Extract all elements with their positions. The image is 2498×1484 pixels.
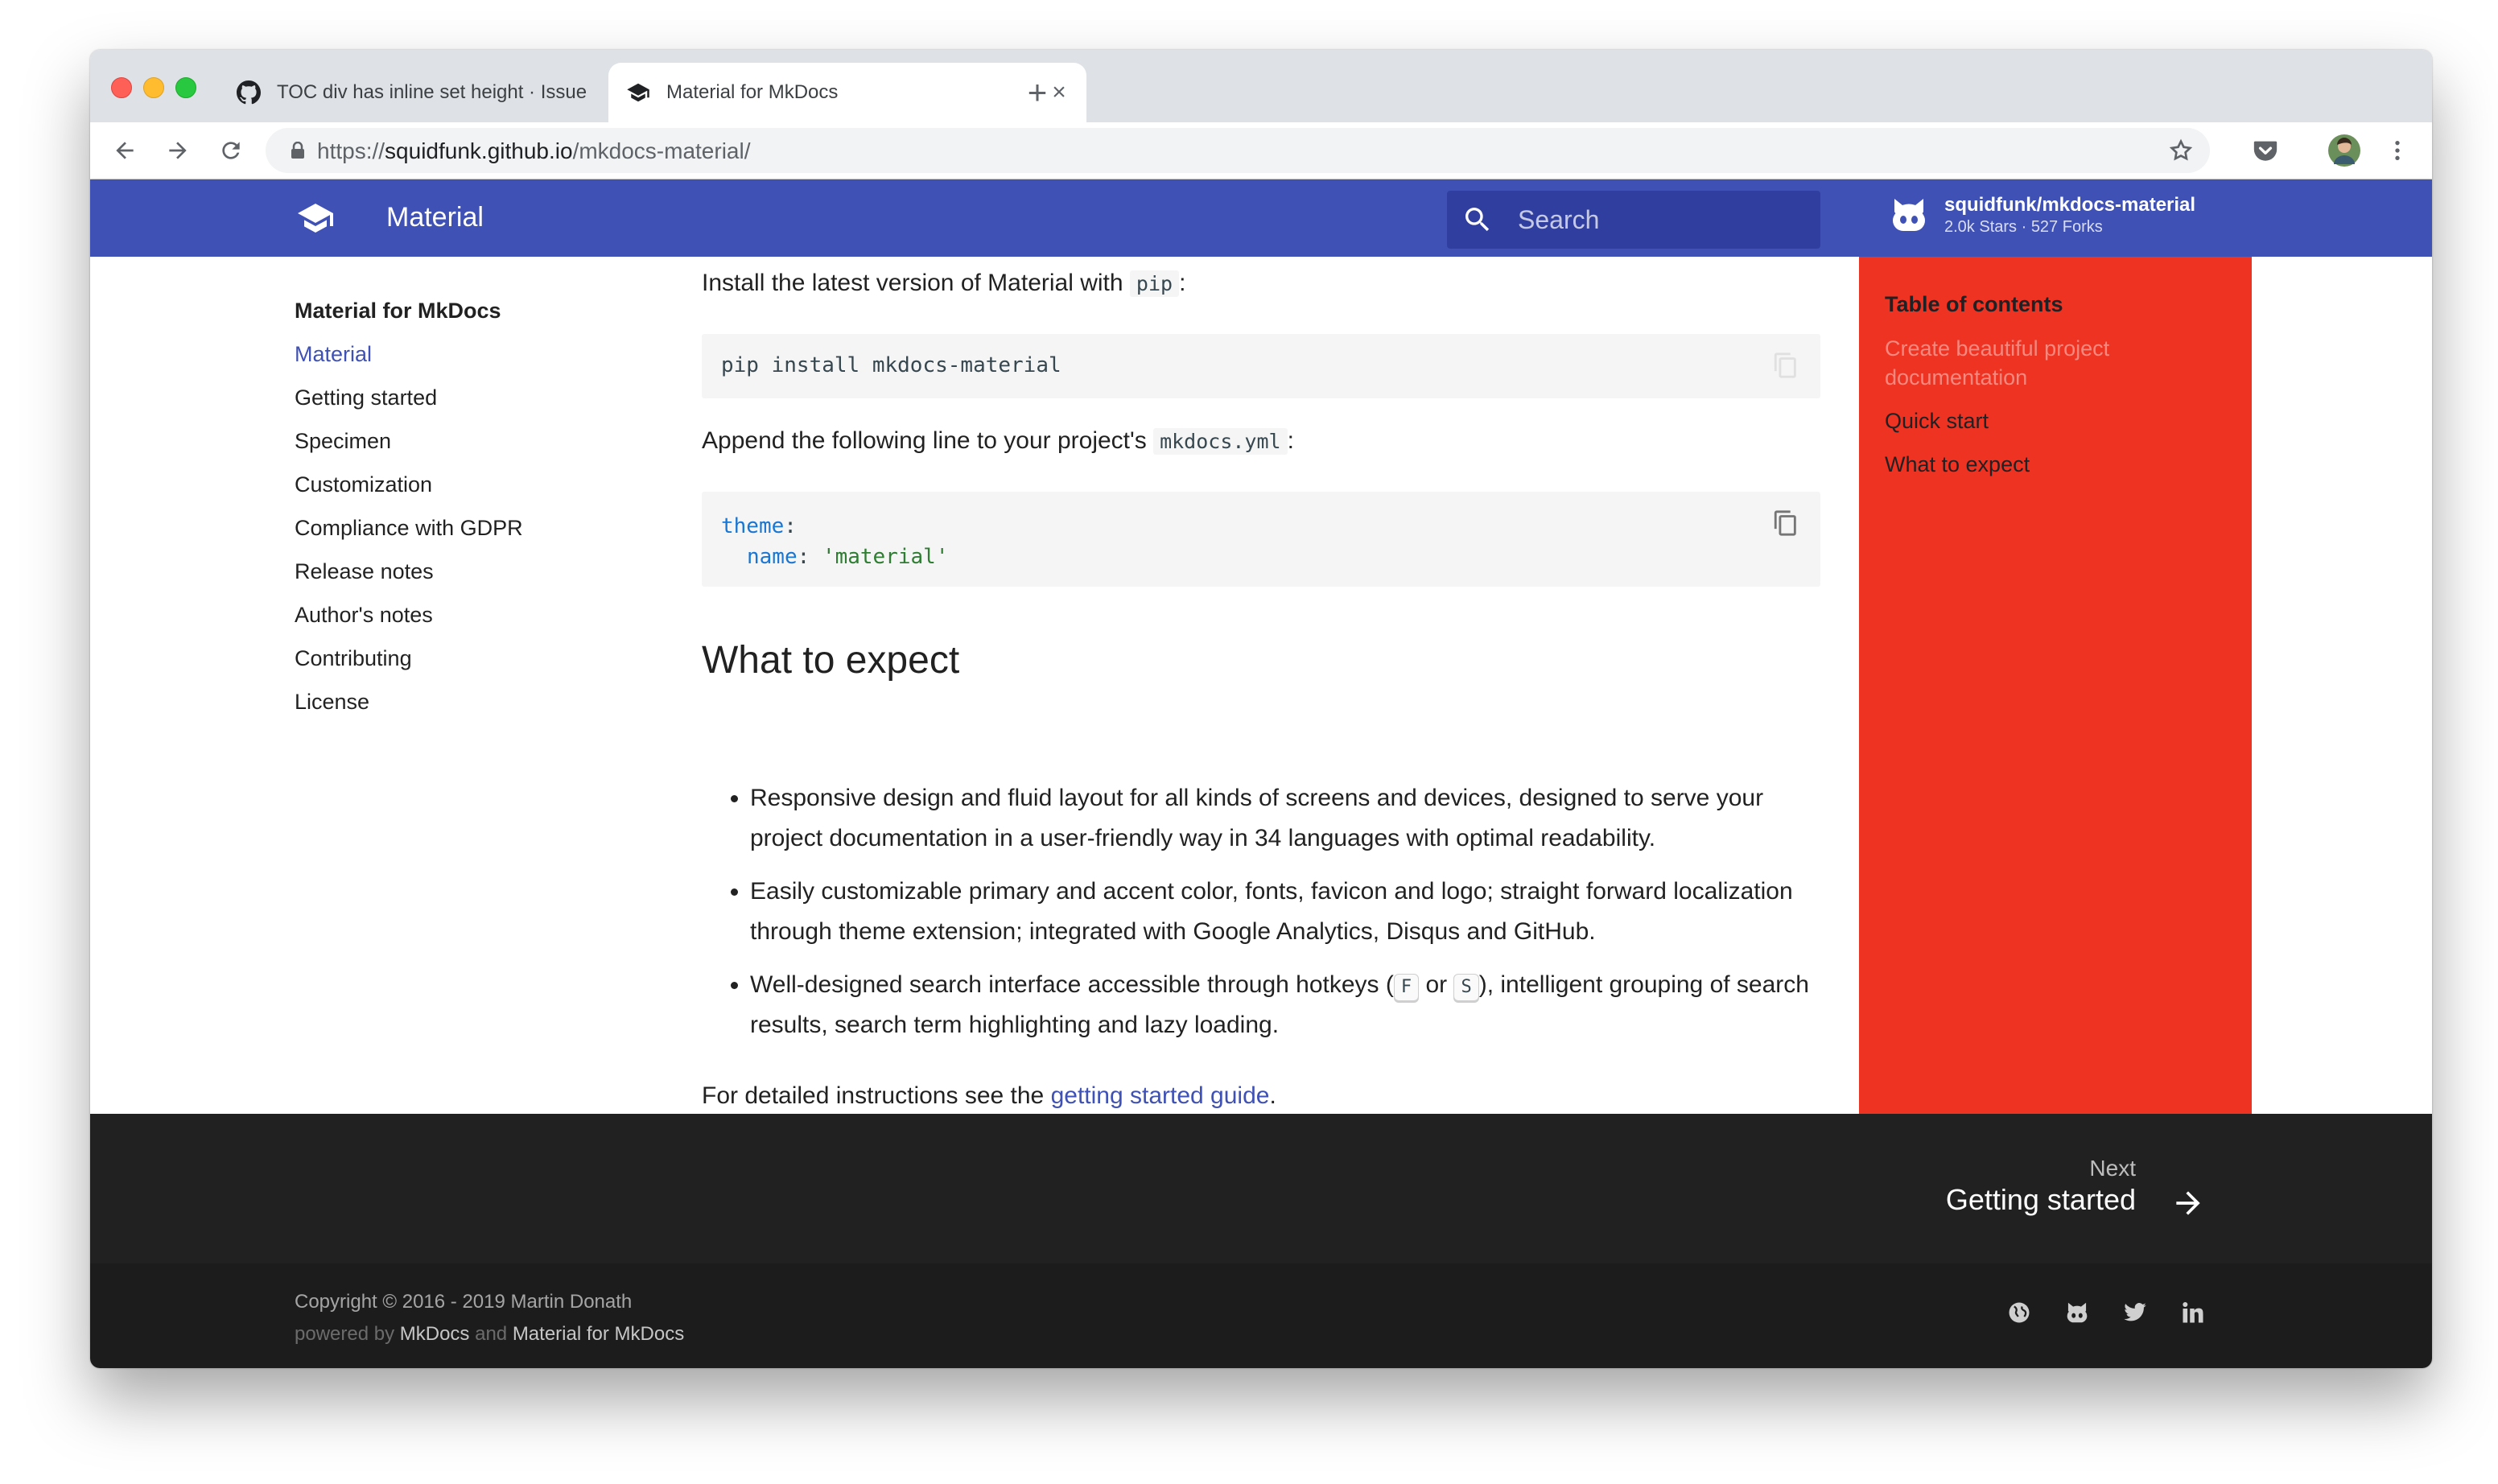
url-text: https://squidfunk.github.io/mkdocs-mater… [317, 138, 751, 163]
github-octocat-icon [1886, 192, 1931, 237]
browser-toolbar: https://squidfunk.github.io/mkdocs-mater… [90, 122, 2432, 179]
site-header: Material Search squidfunk/mkdocs-materia… [90, 179, 2432, 257]
tab-material-for-mkdocs[interactable]: Material for MkDocs × [608, 63, 1086, 122]
footer-navigation: Next Getting started [90, 1114, 2432, 1263]
yaml-key-name: name [747, 545, 798, 569]
sidebar-item-customization[interactable]: Customization [295, 463, 649, 506]
kbd-s: S [1453, 974, 1479, 1001]
arrow-right-icon[interactable] [2168, 1183, 2208, 1223]
yaml-value: 'material' [822, 545, 949, 569]
tab-title: Material for MkDocs [666, 81, 839, 103]
code-block-install: pip install mkdocs-material [702, 334, 1820, 398]
github-icon[interactable] [2059, 1294, 2096, 1331]
table-of-contents: Table of contents Create beautiful proje… [1859, 257, 2252, 1114]
back-button[interactable] [106, 132, 143, 169]
sidebar-item-specimen[interactable]: Specimen [295, 419, 649, 463]
toc-item-create-docs[interactable]: Create beautiful project documentation [1885, 334, 2223, 392]
feature-list: Responsive design and fluid layout for a… [702, 778, 1820, 1058]
copy-icon[interactable] [1772, 352, 1799, 379]
more-vert-icon[interactable] [2379, 132, 2416, 169]
section-heading: What to expect [702, 639, 960, 682]
next-page-link[interactable]: Next Getting started [1946, 1156, 2136, 1217]
maximize-window-button[interactable] [175, 77, 196, 98]
sidebar-item-contributing[interactable]: Contributing [295, 637, 649, 680]
new-tab-button[interactable]: + [1016, 71, 1059, 114]
yaml-key-theme: theme [721, 514, 785, 538]
mkdocs-link[interactable]: MkDocs [400, 1323, 470, 1345]
github-icon [237, 80, 261, 105]
install-paragraph: Install the latest version of Material w… [702, 270, 1186, 297]
arrow-right-icon [169, 142, 187, 159]
address-bar[interactable]: https://squidfunk.github.io/mkdocs-mater… [266, 128, 2210, 173]
sidebar-item-license[interactable]: License [295, 680, 649, 723]
getting-started-link[interactable]: getting started guide [1051, 1082, 1270, 1109]
code-block-config: theme: name: 'material' [702, 492, 1820, 587]
graduation-cap-icon [626, 80, 650, 105]
twitter-icon[interactable] [2117, 1294, 2154, 1331]
globe-icon[interactable] [2001, 1294, 2038, 1331]
repository-link[interactable]: squidfunk/mkdocs-material 2.0k Stars · 5… [1886, 192, 2195, 237]
avatar[interactable] [2326, 132, 2363, 169]
page-content: Material for MkDocs Material Getting sta… [90, 257, 2432, 1114]
sidebar-navigation: Material for MkDocs Material Getting sta… [295, 289, 649, 723]
pocket-extension-icon[interactable] [2247, 132, 2284, 169]
repo-stats: 2.0k Stars · 527 Forks [1944, 217, 2103, 236]
minimize-window-button[interactable] [143, 77, 164, 98]
tab-title: TOC div has inline set height · Issue [277, 81, 587, 103]
close-window-button[interactable] [111, 77, 132, 98]
material-link[interactable]: Material for MkDocs [513, 1323, 684, 1345]
search-placeholder: Search [1518, 205, 1600, 234]
toc-item-what-to-expect[interactable]: What to expect [1885, 450, 2223, 479]
repo-name: squidfunk/mkdocs-material [1944, 193, 2196, 216]
inline-code-mkdocs-yml: mkdocs.yml [1153, 428, 1288, 455]
reload-icon [222, 142, 240, 159]
sidebar-item-release-notes[interactable]: Release notes [295, 550, 649, 593]
lock-icon [290, 141, 306, 163]
tab-strip: TOC div has inline set height · Issue × … [90, 50, 2432, 122]
list-item: Well-designed search interface accessibl… [750, 965, 1820, 1045]
copyright: Copyright © 2016 - 2019 Martin Donath po… [295, 1291, 685, 1345]
toc-item-quick-start[interactable]: Quick start [1885, 406, 2223, 435]
footer-meta: Copyright © 2016 - 2019 Martin Donath po… [90, 1263, 2432, 1368]
sidebar-item-getting-started[interactable]: Getting started [295, 376, 649, 419]
toc-title: Table of contents [1885, 292, 2063, 316]
sidebar-item-authors-notes[interactable]: Author's notes [295, 593, 649, 637]
kbd-f: F [1393, 974, 1420, 1001]
next-label: Next [2089, 1156, 2136, 1181]
code-install-cmd: pip install mkdocs-material [721, 353, 1061, 377]
reload-button[interactable] [212, 132, 249, 169]
browser-window: TOC div has inline set height · Issue × … [90, 50, 2432, 1368]
linkedin-icon[interactable] [2174, 1294, 2212, 1331]
site-title: Material [386, 202, 484, 233]
nav-title: Material for MkDocs [295, 299, 501, 323]
inline-code-pip: pip [1129, 270, 1180, 297]
forward-button[interactable] [159, 132, 196, 169]
graduation-cap-icon[interactable] [295, 197, 336, 239]
sidebar-item-material[interactable]: Material [295, 332, 649, 376]
sidebar-item-compliance[interactable]: Compliance with GDPR [295, 506, 649, 550]
next-title: Getting started [1945, 1183, 2136, 1216]
list-item: Responsive design and fluid layout for a… [750, 778, 1820, 859]
details-paragraph: For detailed instructions see the gettin… [702, 1082, 1276, 1109]
search-icon [1461, 204, 1494, 240]
copy-icon[interactable] [1772, 509, 1799, 537]
bookmark-star-icon[interactable] [2165, 134, 2197, 167]
arrow-left-icon [116, 142, 134, 159]
search-input[interactable]: Search [1447, 191, 1820, 249]
list-item: Easily customizable primary and accent c… [750, 872, 1820, 952]
append-paragraph: Append the following line to your projec… [702, 427, 1294, 455]
